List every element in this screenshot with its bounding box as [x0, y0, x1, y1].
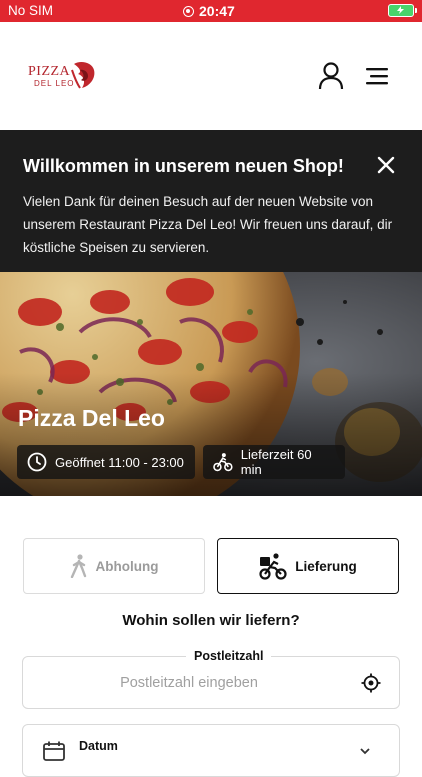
opening-hours-badge: Geöffnet 11:00 - 23:00 [17, 445, 195, 479]
app-header: PIZZA DEL LEO [0, 22, 422, 130]
carrier-label: No SIM [8, 3, 54, 18]
status-bar: No SIM 20:47 [0, 0, 422, 22]
chevron-down-icon [360, 748, 370, 755]
delivery-time-text: Lieferzeit 60 min [240, 447, 312, 477]
welcome-text: Vielen Dank für deinen Besuch auf der ne… [23, 194, 393, 255]
walking-icon [70, 554, 86, 578]
postal-code-field: Postleitzahl [22, 649, 400, 709]
delivery-rider-icon [259, 553, 287, 580]
welcome-banner: Willkommen in unserem neuen Shop! Vielen… [0, 130, 422, 272]
bike-delivery-icon [213, 453, 233, 472]
svg-text:DEL LEO: DEL LEO [34, 79, 75, 88]
delivery-time-badge: Lieferzeit 60 min [203, 445, 345, 479]
hamburger-icon [366, 68, 388, 85]
postal-code-input[interactable] [24, 671, 354, 695]
hero-banner: Pizza Del Leo Geöffnet 11:00 - 23:00 Lie… [0, 272, 422, 496]
calendar-icon [43, 741, 65, 761]
close-banner-button[interactable] [376, 155, 396, 175]
pickup-label: Abholung [95, 558, 159, 574]
delivery-label: Lieferung [295, 558, 357, 574]
crosshair-icon [361, 673, 381, 693]
restaurant-name: Pizza Del Leo [18, 405, 165, 431]
account-button[interactable] [318, 62, 344, 90]
locate-me-button[interactable] [361, 673, 381, 693]
clock-icon [27, 452, 47, 472]
delivery-button[interactable]: Lieferung [217, 538, 399, 594]
date-label: Datum [79, 739, 118, 753]
menu-button[interactable] [364, 66, 390, 86]
clock-time: 20:47 [199, 3, 235, 19]
opening-hours-text: Geöffnet 11:00 - 23:00 [55, 454, 184, 470]
pickup-button[interactable]: Abholung [23, 538, 205, 594]
welcome-title: Willkommen in unserem neuen Shop! [23, 156, 344, 176]
clock: 20:47 [183, 3, 235, 19]
delivery-question: Wohin sollen wir liefern? [122, 612, 300, 629]
user-icon [318, 62, 344, 90]
svg-text:PIZZA: PIZZA [28, 64, 71, 79]
close-icon [377, 156, 395, 174]
postal-code-label: Postleitzahl [186, 649, 272, 663]
restaurant-logo[interactable]: PIZZA DEL LEO [28, 60, 100, 94]
date-field[interactable]: Datum [22, 724, 400, 777]
battery-icon [388, 4, 417, 17]
recording-icon [183, 5, 194, 17]
